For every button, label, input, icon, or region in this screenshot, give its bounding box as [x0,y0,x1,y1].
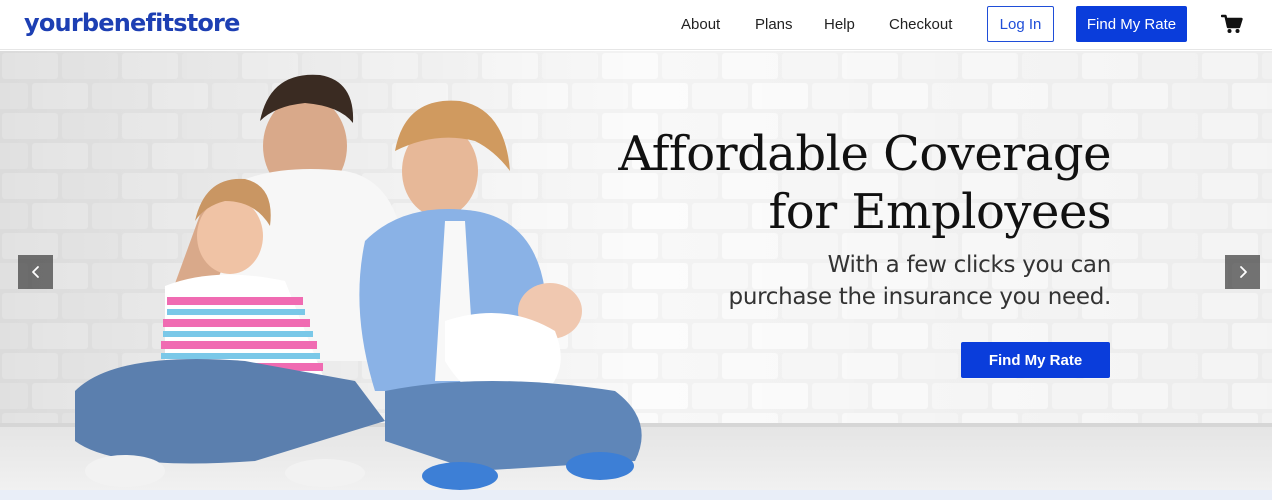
site-header: yourbenefitstore About Plans Help Checko… [0,0,1272,50]
hero-subtitle-line2: purchase the insurance you need. [728,284,1112,310]
nav-checkout[interactable]: Checkout [889,16,952,33]
carousel-next-button[interactable] [1225,255,1260,289]
shopping-cart-icon[interactable] [1221,14,1243,34]
chevron-right-icon [1239,266,1247,278]
carousel-prev-button[interactable] [18,255,53,289]
family-photo [75,74,642,490]
header-find-rate-button[interactable]: Find My Rate [1076,6,1187,42]
nav-help[interactable]: Help [824,16,855,33]
hero-title: Affordable Coverage for Employees [618,125,1111,241]
site-logo[interactable]: yourbenefitstore [24,9,240,37]
login-button[interactable]: Log In [987,6,1054,42]
hero-title-line1: Affordable Coverage [618,126,1111,182]
hero-banner: Affordable Coverage for Employees With a… [0,51,1272,490]
hero-find-rate-button[interactable]: Find My Rate [961,342,1110,378]
nav-plans[interactable]: Plans [755,16,793,33]
nav-about[interactable]: About [681,16,720,33]
hero-subtitle-line1: With a few clicks you can [827,252,1112,278]
chevron-left-icon [31,266,39,278]
hero-subtitle: With a few clicks you can purchase the i… [728,249,1112,313]
page-bottom-strip [0,490,1272,500]
hero-title-line2: for Employees [768,184,1112,240]
